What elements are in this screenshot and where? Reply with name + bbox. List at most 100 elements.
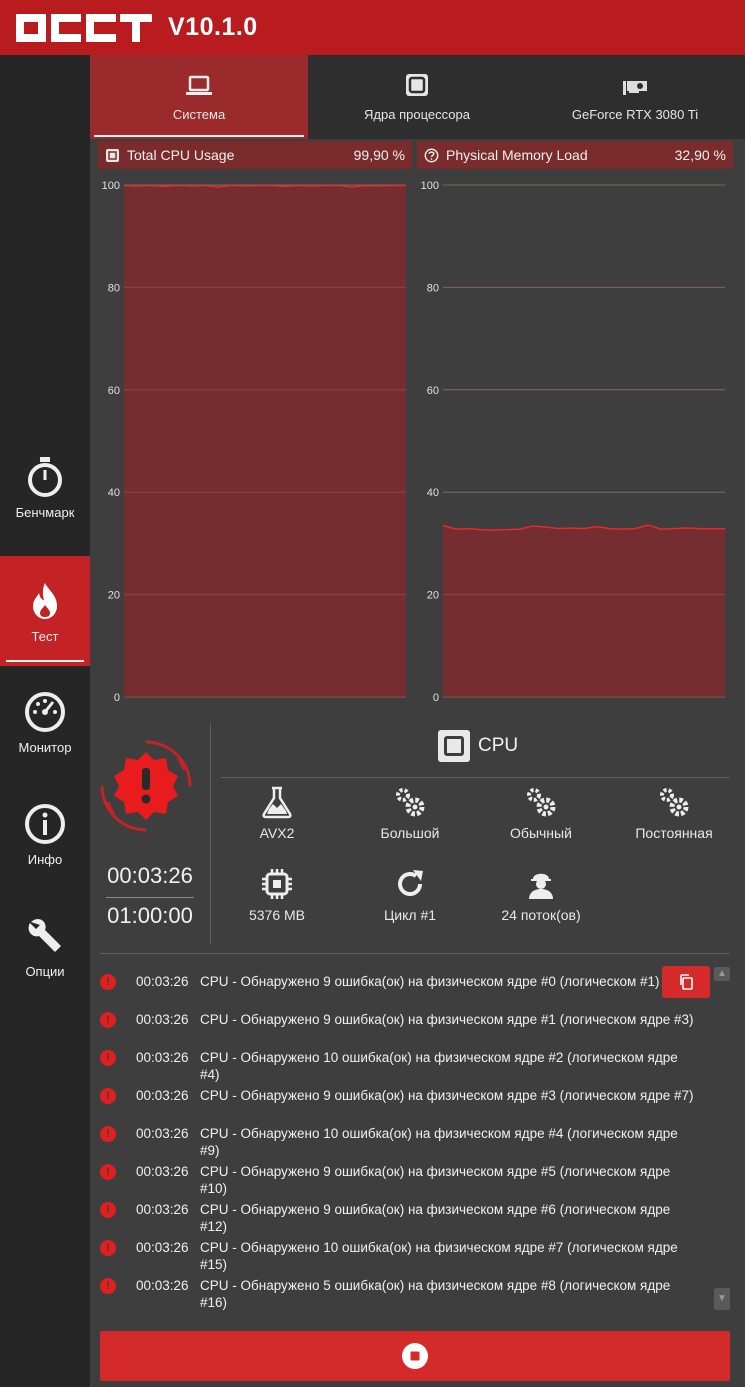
param-label: Обычный <box>510 825 572 841</box>
scroll-down-button[interactable]: ▼ <box>714 1288 730 1310</box>
log-time: 00:03:26 <box>136 1126 189 1141</box>
log-entry: 00:03:26 CPU - Обнаружено 9 ошибка(ок) н… <box>100 1087 710 1104</box>
stop-icon <box>402 1343 428 1369</box>
error-icon <box>100 1278 116 1294</box>
gpu-icon <box>623 80 647 95</box>
error-icon <box>100 1050 116 1066</box>
param-instruction-set: AVX2 <box>212 785 342 841</box>
tab-cpu-cores[interactable]: Ядра процессора <box>308 55 526 139</box>
stop-test-button[interactable] <box>100 1331 730 1381</box>
param-memory: 5376 MB <box>212 867 342 923</box>
error-icon <box>100 1240 116 1256</box>
memory-load-chart: 100 80 60 40 20 0 <box>421 180 725 704</box>
param-label: Цикл #1 <box>383 907 437 923</box>
y-tick-label: 0 <box>114 692 120 704</box>
y-tick-label: 60 <box>108 385 120 397</box>
gears-icon <box>396 788 425 817</box>
log-time: 00:03:26 <box>136 1164 189 1179</box>
log-message: CPU - Обнаружено 9 ошибка(ок) на физичес… <box>200 974 660 989</box>
y-tick-label: 0 <box>433 692 439 704</box>
flame-icon <box>33 582 57 619</box>
sidebar-item-monitor[interactable]: Монитор <box>0 667 90 777</box>
sidebar-item-benchmark[interactable]: Бенчмарк <box>0 432 90 542</box>
test-duration: 01:00:00 <box>107 903 193 928</box>
param-load-type: Постоянная <box>609 785 739 841</box>
sidebar-item-label: Бенчмарк <box>15 504 75 520</box>
copy-icon <box>680 974 693 990</box>
series-area <box>124 185 406 697</box>
param-label: Большой <box>380 825 440 841</box>
tab-gpu[interactable]: GeForce RTX 3080 Ti <box>526 55 744 139</box>
y-tick-label: 40 <box>427 487 439 499</box>
sidebar-item-options[interactable]: Опции <box>0 891 90 1001</box>
log-entry: 00:03:26 CPU - Обнаружено 9 ошибка(ок) н… <box>100 1201 710 1235</box>
sidebar-item-info[interactable]: Инфо <box>0 779 90 889</box>
tab-bar: Система Ядра процессора GeForce RTX 3080… <box>90 55 745 139</box>
error-icon <box>100 1012 116 1028</box>
chart-title: Physical Memory Load <box>446 147 588 163</box>
copy-log-button[interactable] <box>662 966 710 998</box>
param-label: Постоянная <box>635 825 713 841</box>
error-icon <box>100 1088 116 1104</box>
info-icon <box>25 803 65 844</box>
error-status-icon <box>100 740 192 832</box>
y-tick-label: 20 <box>427 590 439 602</box>
app-version: V10.1.0 <box>168 13 258 41</box>
log-entry: 00:03:26 CPU - Обнаружено 10 ошибка(ок) … <box>100 1239 710 1273</box>
laptop-icon <box>186 75 212 95</box>
log-time: 00:03:26 <box>136 1278 189 1293</box>
param-label: 24 поток(ов) <box>501 907 581 923</box>
scroll-up-button[interactable]: ▲ <box>714 967 730 981</box>
series-area <box>443 525 725 697</box>
param-label: 5376 MB <box>248 907 306 923</box>
chart-value: 32,90 % <box>674 147 726 163</box>
title-bar: V10.1.0 <box>0 0 745 55</box>
tab-system[interactable]: Система <box>90 55 308 139</box>
sidebar-item-label: Тест <box>31 628 59 644</box>
log-message: CPU - Обнаружено 9 ошибка(ок) на физичес… <box>200 1088 694 1103</box>
test-target-label: CPU <box>478 735 519 756</box>
y-tick-label: 60 <box>427 385 439 397</box>
gears-icon <box>660 788 689 817</box>
question-icon <box>424 148 439 162</box>
params-divider <box>221 777 730 778</box>
y-tick-label: 80 <box>427 282 439 294</box>
y-tick-label: 80 <box>108 282 120 294</box>
log-entry: 00:03:26 CPU - Обнаружено 10 ошибка(ок) … <box>100 1125 710 1159</box>
error-icon <box>100 1126 116 1142</box>
error-icon <box>100 974 116 990</box>
log-entry: 00:03:26 CPU - Обнаружено 9 ошибка(ок) н… <box>100 1011 710 1028</box>
y-tick-label: 100 <box>421 180 439 192</box>
chart-header-cpu: Total CPU Usage 99,90 % <box>98 141 412 169</box>
log-message: CPU - Обнаружено 10 ошибка(ок) на физиче… <box>200 1126 678 1158</box>
chart-header-memory: Physical Memory Load 32,90 % <box>417 141 733 169</box>
cpu-icon <box>406 73 428 96</box>
sidebar: Бенчмарк Тест Монитор Инфо Опции <box>0 55 90 1387</box>
param-data-size: Большой <box>345 785 475 841</box>
refresh-icon <box>398 870 423 896</box>
status-divider <box>210 723 211 944</box>
main-content: Система Ядра процессора GeForce RTX 3080… <box>90 55 745 1387</box>
sidebar-item-label: Опции <box>25 963 65 979</box>
log-time: 00:03:26 <box>136 1012 189 1027</box>
log-message: CPU - Обнаружено 9 ошибка(ок) на физичес… <box>200 1202 671 1234</box>
log-time: 00:03:26 <box>136 1240 189 1255</box>
log-entry: 00:03:26 CPU - Обнаружено 9 ошибка(ок) н… <box>100 973 710 990</box>
log-message: CPU - Обнаружено 5 ошибка(ок) на физичес… <box>200 1278 671 1310</box>
time-divider <box>106 897 194 898</box>
error-icon <box>100 1202 116 1218</box>
sidebar-item-test[interactable]: Тест <box>0 556 90 666</box>
test-target: CPU <box>438 730 518 762</box>
cpu-icon <box>438 730 470 762</box>
log-message: CPU - Обнаружено 9 ошибка(ок) на физичес… <box>200 1164 671 1196</box>
log-message: CPU - Обнаружено 10 ошибка(ок) на физиче… <box>200 1050 678 1082</box>
param-label: AVX2 <box>259 825 295 841</box>
param-threads: 24 поток(ов) <box>476 867 606 923</box>
y-tick-label: 40 <box>108 487 120 499</box>
worker-icon <box>529 873 553 899</box>
chart-title: Total CPU Usage <box>127 147 235 163</box>
log-message: CPU - Обнаружено 9 ошибка(ок) на физичес… <box>200 1012 694 1027</box>
cpu-usage-chart: 100 80 60 40 20 0 <box>102 180 406 704</box>
occt-logo <box>16 13 152 42</box>
gears-icon <box>527 788 556 817</box>
